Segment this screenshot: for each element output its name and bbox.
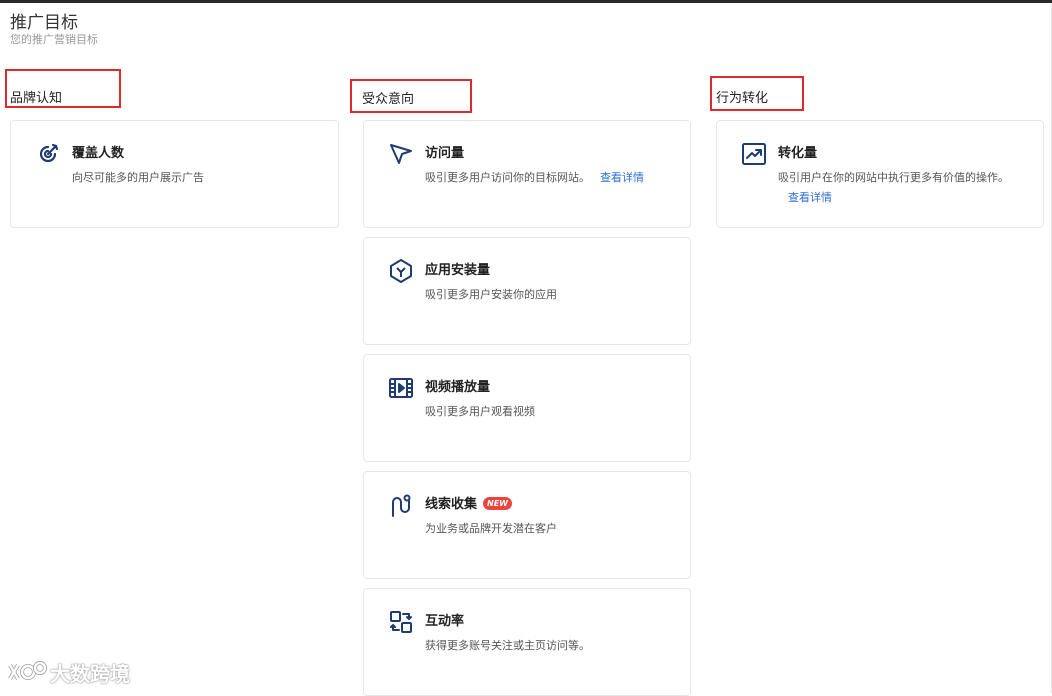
app-cube-icon: [388, 258, 414, 284]
objective-card-engagement[interactable]: 互动率 获得更多账号关注或主页访问等。: [363, 588, 691, 696]
card-title: 视频播放量: [425, 380, 491, 395]
card-description: 吸引用户在你的网站中执行更多有价值的操作。查看详情: [778, 171, 1009, 204]
card-title: 转化量: [778, 146, 818, 161]
card-description: 为业务或品牌开发潜在客户: [425, 522, 557, 535]
card-description: 吸引更多用户观看视频: [425, 405, 535, 418]
video-film-icon: [388, 375, 414, 401]
card-title: 应用安装量: [425, 263, 491, 278]
new-badge: NEW: [483, 497, 512, 510]
card-description: 吸引更多用户安装你的应用: [425, 288, 557, 301]
interaction-swap-icon: [388, 609, 414, 635]
cursor-arrow-icon: [388, 141, 414, 167]
objective-card-conversions[interactable]: 转化量 吸引用户在你的网站中执行更多有价值的操作。查看详情: [716, 120, 1044, 228]
objective-card-reach[interactable]: 覆盖人数 向尽可能多的用户展示广告: [10, 120, 339, 228]
highlight-box-brand: [5, 69, 121, 108]
top-border: [0, 0, 1052, 3]
page-title: 推广目标: [10, 13, 78, 33]
objective-card-video-views[interactable]: 视频播放量 吸引更多用户观看视频: [363, 354, 691, 462]
details-link[interactable]: 查看详情: [788, 191, 832, 204]
card-description: 向尽可能多的用户展示广告: [72, 171, 204, 184]
card-description: 吸引更多用户访问你的目标网站。 查看详情: [425, 171, 644, 184]
trend-chart-icon: [741, 141, 767, 167]
lead-path-icon: [388, 492, 414, 518]
highlight-box-audience: [350, 79, 472, 113]
objective-card-app-installs[interactable]: 应用安装量 吸引更多用户安装你的应用: [363, 237, 691, 345]
card-title: 覆盖人数: [72, 146, 125, 161]
watermark: 大数跨境: [8, 658, 130, 686]
highlight-box-conversion: [710, 76, 804, 111]
watermark-text: 大数跨境: [50, 661, 130, 686]
details-link[interactable]: 查看详情: [600, 171, 644, 184]
card-title: 线索收集 NEW: [425, 493, 512, 512]
objective-card-lead-generation[interactable]: 线索收集 NEW 为业务或品牌开发潜在客户: [363, 471, 691, 579]
objective-card-traffic[interactable]: 访问量 吸引更多用户访问你的目标网站。 查看详情: [363, 120, 691, 228]
card-title: 互动率: [425, 614, 465, 629]
page-subtitle: 您的推广营销目标: [10, 33, 98, 46]
card-title: 访问量: [425, 146, 465, 161]
brand-logo-icon: [8, 659, 48, 685]
card-description: 获得更多账号关注或主页访问等。: [425, 639, 590, 652]
target-reach-icon: [35, 141, 61, 167]
